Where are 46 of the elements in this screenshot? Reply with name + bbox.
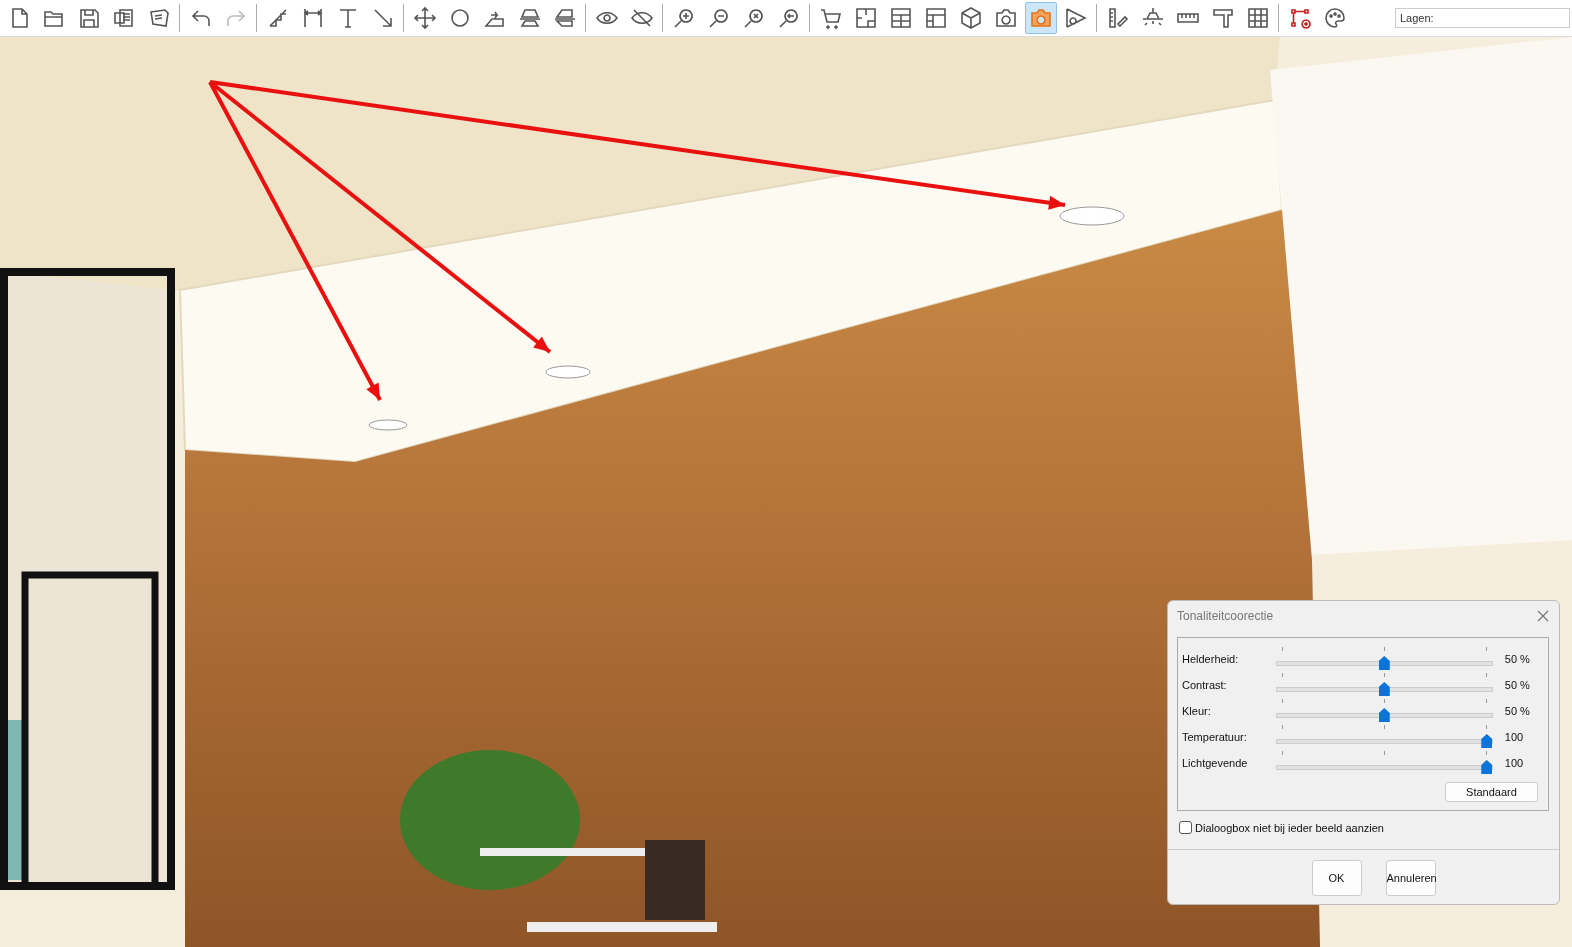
plane-icon [517,6,542,30]
camera-icon [993,6,1018,30]
dialog-button[interactable]: OK [1311,860,1362,896]
document-icon [111,6,136,30]
slider-value: 100 [1504,731,1525,743]
slider[interactable] [1275,751,1493,775]
move-icon [412,6,437,30]
slider[interactable] [1275,647,1493,671]
slider-label: Temperatuur: [1182,731,1248,743]
slider-value: 50 % [1504,653,1531,665]
slider-value: 50 % [1504,705,1531,717]
floorplan-icon [853,6,878,30]
slider-thumb[interactable] [1481,760,1493,774]
slider-thumb[interactable] [1378,656,1390,670]
slider-thumb[interactable] [1481,734,1493,748]
layers-field[interactable]: Lagen: [1395,8,1570,28]
spotlight [545,365,591,379]
slider-label: Lichtgevende [1182,757,1249,769]
camera-icon [1028,6,1053,30]
slider[interactable] [1275,699,1493,723]
slider-label: Helderheid: [1182,653,1240,665]
palette-icon [1322,6,1347,30]
checkbox-label: Dialoogbox niet bij ieder beeld aanzien [1195,821,1384,834]
slider-thumb[interactable] [1378,708,1390,722]
plane-icon [552,6,577,30]
checker-icon [1245,6,1270,30]
worktop-icon [1210,6,1235,30]
slider[interactable] [1275,725,1493,749]
cabinet-icon [888,6,913,30]
slider-label: Kleur: [1182,705,1212,717]
cart-icon [818,6,843,30]
standard-button[interactable]: Standaard [1445,782,1538,802]
close-icon[interactable] [1537,610,1549,622]
slider-value: 100 [1504,757,1525,769]
cube-icon [958,6,983,30]
slider-value: 50 % [1504,679,1531,691]
slider-thumb[interactable] [1378,682,1390,696]
dialog-button[interactable]: Annuleren [1385,860,1436,896]
spotlight [368,419,408,431]
view-cone-icon [1063,6,1088,30]
checkbox[interactable] [1179,821,1192,834]
slider-label: Contrast: [1182,679,1228,691]
spotlight [1059,206,1125,226]
slider[interactable] [1275,673,1493,697]
cabinet-icon [923,6,948,30]
dialog-title: Tonaliteitcoorectie [1177,609,1274,623]
